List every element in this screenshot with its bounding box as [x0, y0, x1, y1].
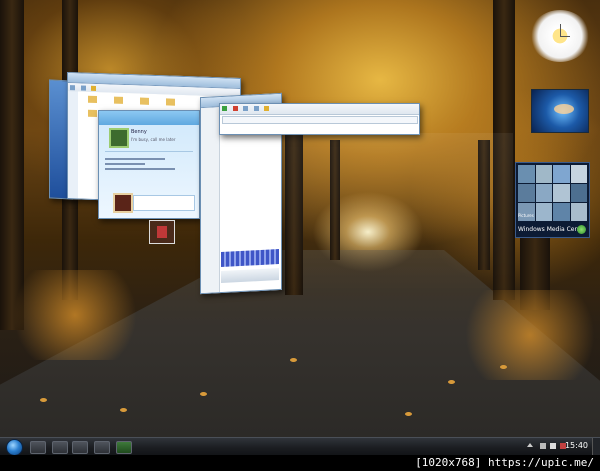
fallen-leaf	[405, 412, 412, 416]
media-tile[interactable]	[570, 184, 587, 202]
message-line	[105, 158, 165, 160]
quick-launch-media-icon[interactable]	[72, 441, 88, 454]
front-window-toolbar	[220, 104, 419, 115]
messenger-window[interactable]: Benny I'm busy, call me later	[98, 110, 200, 219]
clock-gadget[interactable]	[530, 10, 590, 62]
media-tile[interactable]	[535, 184, 552, 202]
quick-launch-ie-icon[interactable]	[30, 441, 46, 454]
tray-arrow-icon[interactable]	[527, 443, 533, 447]
file-icon[interactable]	[114, 96, 123, 104]
window-glass-reflection	[281, 133, 513, 295]
leaf-pile	[0, 270, 150, 360]
clock-hand	[560, 36, 570, 37]
media-tile[interactable]	[570, 203, 587, 221]
avatar[interactable]	[109, 128, 129, 148]
forward-icon[interactable]	[80, 85, 86, 91]
messenger-header	[99, 111, 199, 125]
stop-icon[interactable]	[232, 106, 238, 111]
fallen-leaf	[290, 358, 297, 362]
quick-launch-explorer-icon[interactable]	[94, 441, 110, 454]
folder-icon[interactable]	[91, 85, 97, 91]
back-icon[interactable]	[70, 85, 75, 91]
media-tile[interactable]	[518, 203, 535, 221]
fallen-leaf	[500, 365, 507, 369]
media-center-gadget[interactable]: Pictures Windows Media Center	[515, 162, 590, 238]
file-icon[interactable]	[88, 109, 97, 118]
media-tile[interactable]	[518, 165, 535, 183]
file-icon[interactable]	[140, 97, 149, 105]
media-tile[interactable]	[553, 184, 570, 202]
media-player-library	[201, 107, 220, 294]
messenger-divider	[105, 151, 193, 152]
leaf-pile	[450, 290, 600, 380]
network-icon[interactable]	[540, 443, 546, 449]
watermark-text: [1020x768] https://upic.me/	[415, 456, 594, 469]
file-icon[interactable]	[88, 95, 97, 104]
file-icon[interactable]	[166, 98, 175, 106]
taskbar-clock[interactable]: 15:40	[565, 441, 588, 450]
home-icon[interactable]	[253, 106, 259, 111]
message-input[interactable]	[133, 195, 195, 211]
refresh-icon[interactable]	[243, 106, 249, 111]
media-tile[interactable]	[535, 165, 552, 183]
avatar-image	[157, 226, 167, 238]
fallen-leaf	[120, 408, 127, 412]
media-tile[interactable]	[535, 203, 552, 221]
favorites-icon[interactable]	[264, 106, 270, 111]
quick-launch-app-icon[interactable]	[116, 441, 132, 454]
message-line	[105, 163, 145, 165]
media-center-tile-label: Pictures	[518, 213, 534, 218]
fallen-leaf	[200, 392, 207, 396]
media-tile[interactable]	[518, 184, 535, 202]
quick-launch-folder-icon[interactable]	[52, 441, 68, 454]
jellyfish-image	[554, 104, 574, 114]
contact-name: Benny	[131, 129, 147, 135]
status-line: I'm busy, call me later	[131, 137, 176, 142]
front-window[interactable]	[219, 103, 420, 135]
media-player-visualizer	[221, 249, 279, 268]
media-tile[interactable]	[553, 203, 570, 221]
fallen-leaf	[40, 398, 47, 402]
media-player-controls[interactable]	[221, 268, 279, 284]
go-icon[interactable]	[222, 106, 227, 111]
volume-icon[interactable]	[550, 443, 556, 449]
media-tile[interactable]	[553, 165, 570, 183]
show-desktop-button[interactable]	[592, 438, 600, 456]
address-bar[interactable]	[222, 116, 418, 124]
start-button[interactable]	[6, 439, 23, 456]
conversation-area	[105, 155, 193, 185]
avatar[interactable]	[113, 193, 133, 213]
avatar-thumbnail[interactable]	[149, 220, 175, 244]
watermark-bar: [1020x768] https://upic.me/	[0, 455, 600, 471]
taskbar: 15:40	[0, 437, 600, 456]
media-center-label[interactable]: Windows Media Center	[518, 226, 580, 233]
slideshow-gadget[interactable]	[531, 89, 589, 133]
fallen-leaf	[448, 380, 455, 384]
media-tile[interactable]	[570, 165, 587, 183]
message-line	[105, 168, 175, 170]
media-center-logo-icon[interactable]	[577, 225, 586, 234]
